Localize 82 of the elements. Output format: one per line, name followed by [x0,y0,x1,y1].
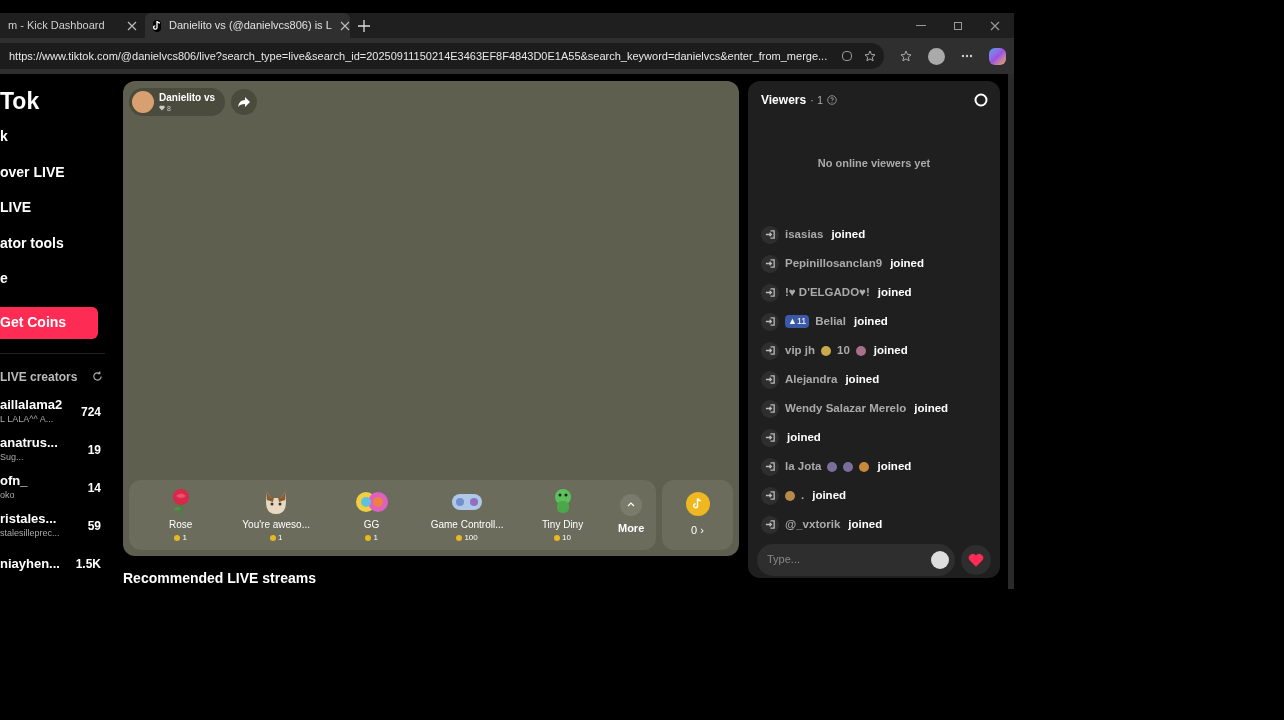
username[interactable]: Pepinillosanclan9 [785,254,883,273]
joined-label: joined [873,342,908,358]
viewer-count: 59 [87,518,101,535]
username[interactable]: !♥ D'ELGADO♥! [785,283,870,302]
joined-label: joined [877,284,912,300]
nav-item[interactable]: ator tools [0,225,115,261]
gift-item[interactable]: You're aweso... 1 [236,486,317,544]
joined-label: joined [848,516,883,532]
gift-price: 10 [554,531,571,544]
creator-item[interactable]: anatrus... Sug... 19 [0,433,115,467]
viewer-count: 1.5K [75,556,101,573]
gift-name: Game Controll... [430,517,504,532]
username[interactable]: 10 [837,341,850,360]
joined-label: joined [845,371,880,387]
username[interactable]: la Jota [785,457,822,476]
nav-item[interactable]: over LIVE [0,154,115,190]
creator-item[interactable]: niayhen... 1.5K [0,547,115,581]
joined-label: joined [787,429,821,445]
logo-text: Tok [0,90,41,113]
coin-balance[interactable]: 0 › [662,480,733,550]
creator-subtitle: Sug... [0,451,25,465]
joined-label: joined [831,226,866,242]
username[interactable]: Belial [815,312,846,331]
gift-item[interactable]: Tiny Diny 10 [522,486,603,544]
creator-item[interactable]: aillalama2 L LALA^^ A... 724 [0,395,115,429]
gift-name: You're aweso... [242,517,310,532]
viewer-count: 724 [80,404,101,421]
nav-item[interactable]: LIVE [0,190,115,226]
creator-name: aillalama2 [0,397,63,414]
balance-amount: 0 › [691,522,704,538]
gift-item[interactable]: Game Controll... 100 [427,486,508,544]
joined-label: joined [890,255,925,271]
creator-name: ristales... [0,511,58,528]
browser-tab[interactable]: m - Kick Dashboard [0,13,145,38]
creator-subtitle: oko [0,489,16,503]
chat-input[interactable]: Type... [767,551,931,568]
more-button[interactable]: More [618,493,645,537]
joined-label: joined [853,313,888,329]
creator-name: ofn_ [0,473,28,490]
viewer-count: · 1 [810,92,823,108]
gift-price: 100 [456,531,478,544]
username[interactable]: Alejandra [785,370,838,389]
section-title: LIVE creators [0,368,78,386]
nav-item[interactable]: k [0,119,115,155]
section-title: Recommended LIVE streams [123,569,317,588]
host-name: Danielito vs [159,92,216,105]
username[interactable]: isasias [785,225,824,244]
tab-title: m - Kick Dashboard [8,18,106,34]
creator-name: niayhen... [0,555,60,573]
panel-title: Viewers [761,92,807,109]
joined-label: joined [914,400,949,416]
gift-price: 1 [365,531,378,544]
chat-field[interactable]: Type... [757,543,955,576]
creator-item[interactable]: ofn_ oko 14 [0,471,115,505]
gift-name: Tiny Diny [541,517,584,532]
more-label: More [618,520,645,536]
url-field[interactable]: https://www.tiktok.com/@danielvcs806/live?search_type=live&search_id=20250911150214E3463EF8F4843D0E1A55&search_keyword=danielvcs&enter_from_merge... [0,43,884,69]
url-text: https://www.tiktok.com/@danielvcs806/live?search_type=live&search_id=20250911150214E3463EF8F4843D0E1A55&search_keyword=danielvcs&enter_from_merge... [9,48,829,64]
browser-tab[interactable]: Danielito vs (@danielvcs806) is L [145,13,350,38]
username[interactable]: vip jh [785,341,816,360]
joined-label: joined [877,458,912,474]
viewer-count: 14 [87,480,101,497]
gift-price: 1 [174,531,187,544]
gift-price: 1 [269,531,283,544]
creator-subtitle: stalesillepreс... [0,527,60,541]
username[interactable]: Wendy Salazar Merelo [785,399,907,418]
gift-name: Rose [169,517,193,532]
gift-name: GG [363,517,380,532]
empty-message: No online viewers yet [816,156,932,171]
username[interactable]: @_vxtorik [785,515,841,534]
creator-item[interactable]: ristales... stalesillepreс... 59 [0,509,115,543]
joined-label: joined [812,487,847,503]
gift-item[interactable]: Rose 1 [140,486,221,544]
tab-title: Danielito vs (@danielvcs806) is L [169,18,332,34]
level-badge: ▲11 [785,314,810,329]
creator-subtitle: L LALA^^ A... [0,413,55,427]
username[interactable]: . [801,486,805,505]
viewer-count: 19 [87,442,101,459]
gift-item[interactable]: GG 1 [331,486,412,544]
get-coins-button[interactable]: Get Coins [0,306,98,339]
nav-item[interactable]: e [0,261,115,297]
creator-name: anatrus... [0,435,58,452]
